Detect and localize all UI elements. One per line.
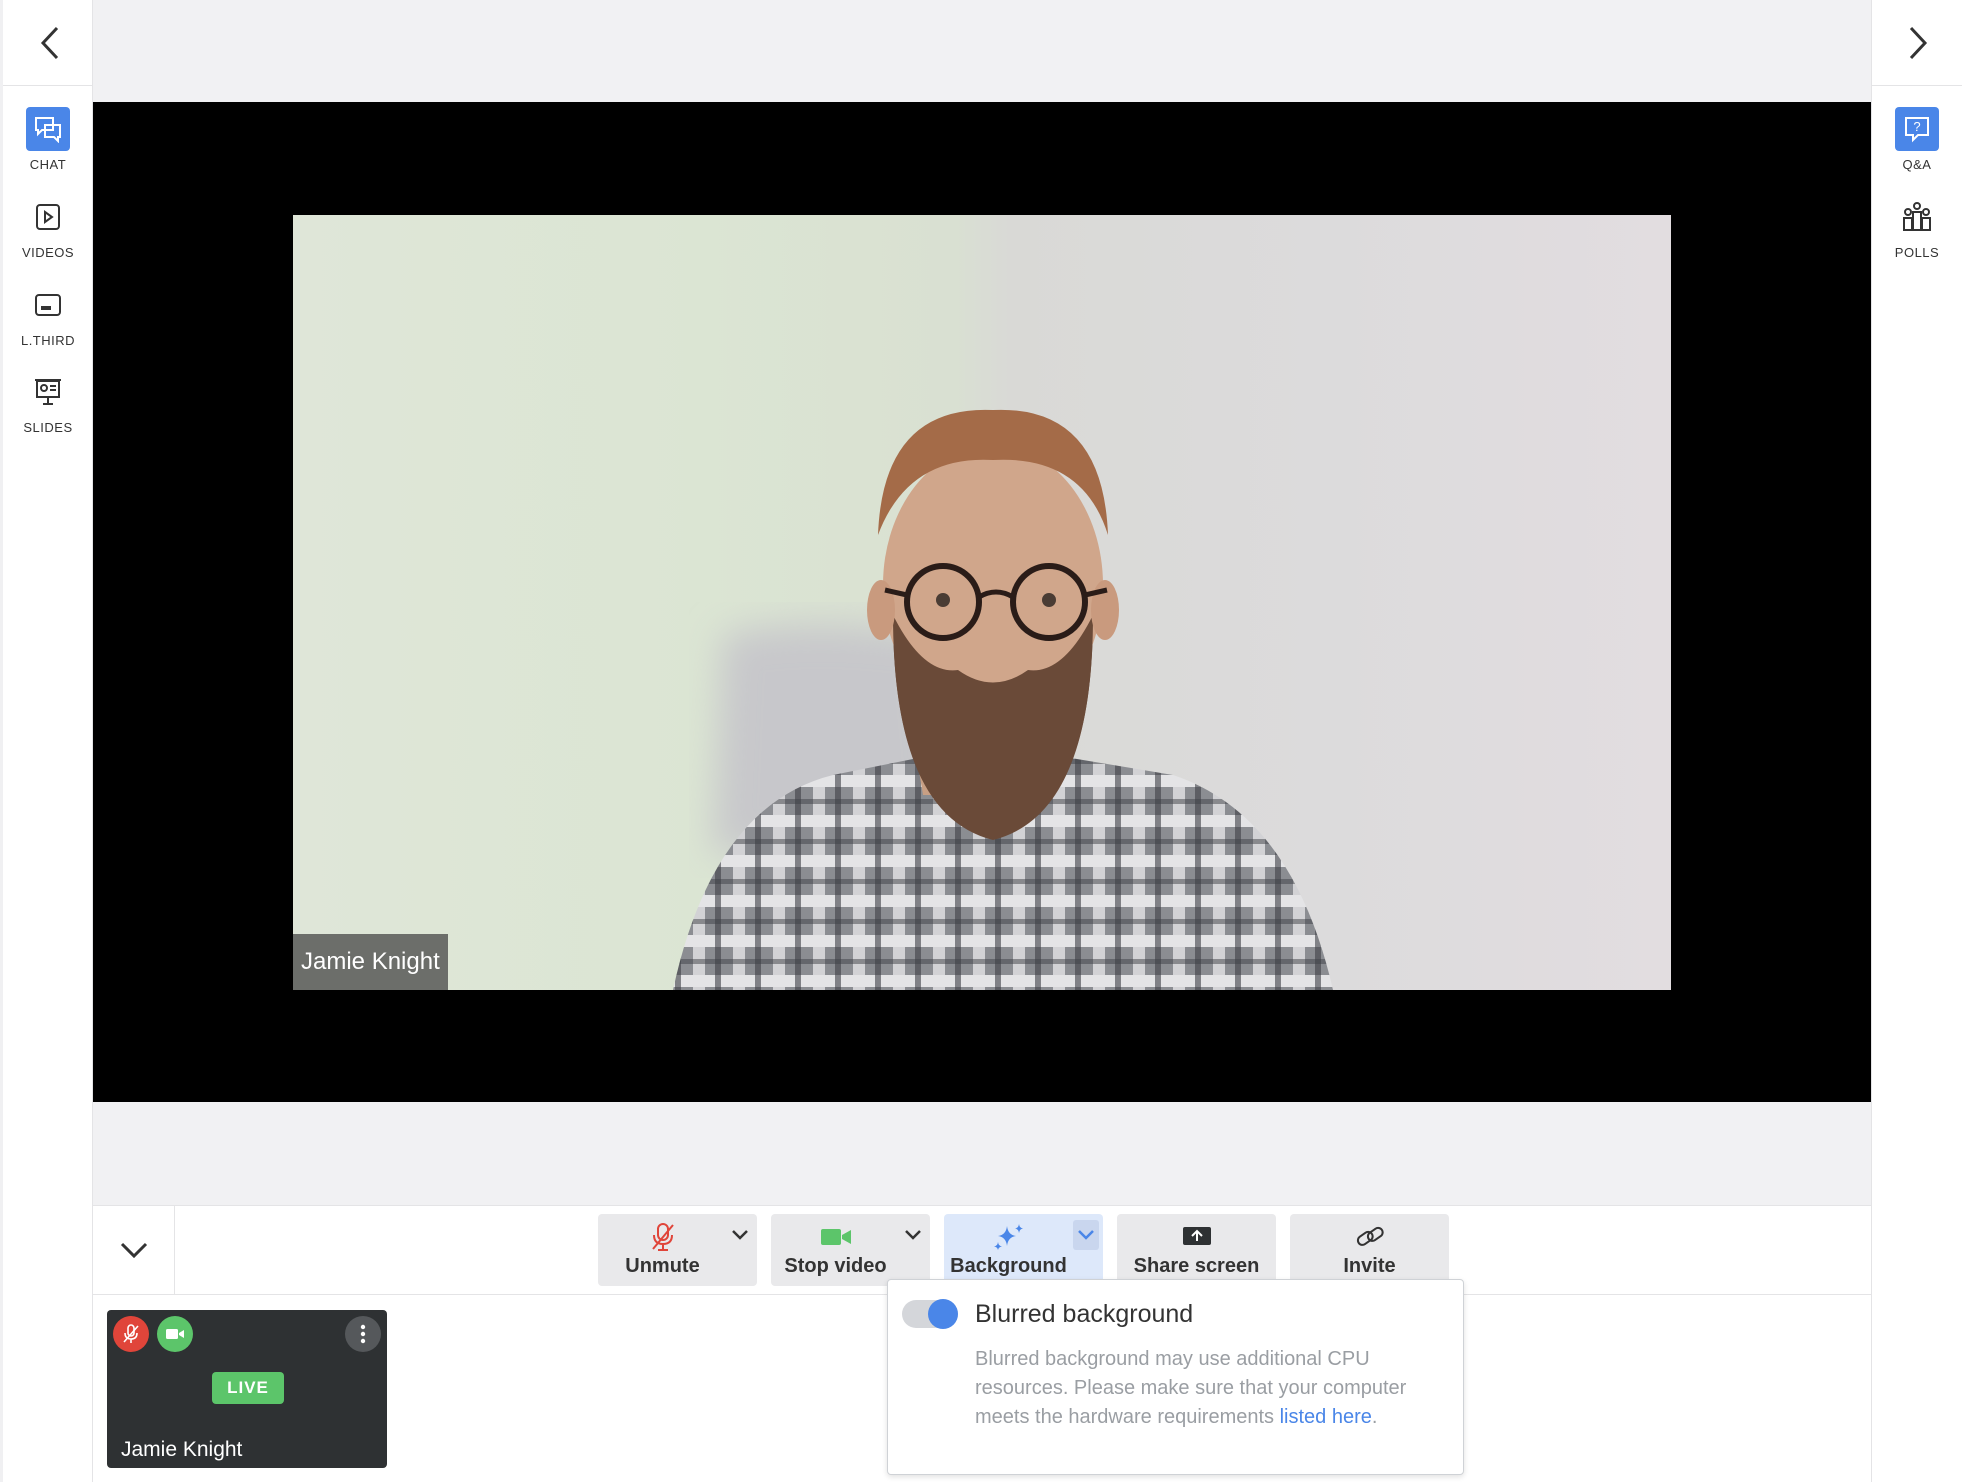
unmute-options-caret[interactable] bbox=[727, 1220, 753, 1250]
sidebar-item-label: CHAT bbox=[29, 157, 67, 172]
invite-label: Invite bbox=[1343, 1255, 1396, 1277]
stop-video-button[interactable]: Stop video bbox=[771, 1214, 930, 1286]
back-arrow-button[interactable] bbox=[3, 0, 96, 86]
stage-top-area bbox=[93, 0, 1871, 102]
sidebar-item-chat[interactable]: CHAT bbox=[3, 107, 93, 172]
sparkle-icon bbox=[944, 1222, 1073, 1252]
sidebar-item-qa[interactable]: ? Q&A bbox=[1872, 107, 1962, 172]
sidebar-item-label: L.THIRD bbox=[20, 333, 76, 348]
share-screen-icon bbox=[1117, 1222, 1276, 1252]
participant-tile[interactable]: LIVE Jamie Knight bbox=[107, 1310, 387, 1468]
speaker-silhouette bbox=[673, 409, 1333, 990]
unmute-label: Unmute bbox=[625, 1255, 700, 1277]
unmute-button[interactable]: Unmute bbox=[598, 1214, 757, 1286]
sidebar-item-lower-third[interactable]: L.THIRD bbox=[3, 283, 93, 348]
blur-toggle-label: Blurred background bbox=[975, 1300, 1194, 1328]
chevron-down-icon bbox=[120, 1242, 147, 1258]
link-icon bbox=[1290, 1222, 1449, 1252]
chevron-down-icon bbox=[732, 1230, 748, 1240]
speaker-name-tag: Jamie Knight bbox=[293, 934, 448, 990]
question-icon: ? bbox=[1895, 107, 1939, 151]
stage-bottom-area bbox=[93, 1102, 1871, 1205]
sidebar-item-label: Q&A bbox=[1902, 157, 1932, 172]
live-badge: LIVE bbox=[212, 1372, 284, 1404]
collapse-button[interactable] bbox=[93, 1206, 175, 1294]
mic-muted-icon bbox=[113, 1316, 149, 1352]
stage: Jamie Knight bbox=[93, 102, 1871, 1102]
right-sidebar: ? Q&A POLLS bbox=[1871, 0, 1962, 1482]
video-play-icon bbox=[26, 195, 70, 239]
background-popup: Blurred background Blurred background ma… bbox=[887, 1279, 1464, 1475]
background-options-caret[interactable] bbox=[1073, 1220, 1099, 1250]
sidebar-item-polls[interactable]: POLLS bbox=[1872, 195, 1962, 260]
share-screen-label: Share screen bbox=[1133, 1255, 1260, 1277]
blur-toggle[interactable] bbox=[902, 1299, 958, 1329]
background-button[interactable]: Background bbox=[944, 1214, 1103, 1286]
stop-video-label: Stop video bbox=[784, 1255, 887, 1277]
speaker-video: Jamie Knight bbox=[293, 215, 1671, 990]
requirements-link[interactable]: listed here bbox=[1280, 1406, 1372, 1428]
blur-description: Blurred background may use additional CP… bbox=[975, 1345, 1445, 1432]
toggle-knob bbox=[928, 1299, 958, 1329]
background-label: Background bbox=[950, 1255, 1067, 1277]
invite-button[interactable]: Invite bbox=[1290, 1214, 1449, 1286]
mic-muted-icon bbox=[598, 1222, 727, 1252]
left-sidebar: CHAT VIDEOS L.THIRD SLIDES bbox=[0, 0, 96, 1482]
video-options-caret[interactable] bbox=[900, 1220, 926, 1250]
chevron-left-icon bbox=[40, 26, 58, 59]
lower-third-icon bbox=[26, 283, 70, 327]
sidebar-item-label: VIDEOS bbox=[21, 245, 75, 260]
more-options-icon[interactable] bbox=[345, 1316, 381, 1352]
svg-text:?: ? bbox=[1913, 119, 1920, 134]
slides-icon bbox=[26, 370, 70, 414]
sidebar-item-slides[interactable]: SLIDES bbox=[3, 370, 93, 435]
chat-icon bbox=[26, 107, 70, 151]
sidebar-item-videos[interactable]: VIDEOS bbox=[3, 195, 93, 260]
camera-icon bbox=[771, 1222, 900, 1252]
blur-description-suffix: . bbox=[1371, 1406, 1378, 1428]
chevron-right-icon bbox=[1909, 26, 1927, 59]
share-screen-button[interactable]: Share screen bbox=[1117, 1214, 1276, 1286]
chevron-down-icon bbox=[1078, 1230, 1094, 1240]
forward-arrow-button[interactable] bbox=[1872, 0, 1962, 86]
camera-on-icon bbox=[157, 1316, 193, 1352]
participant-name: Jamie Knight bbox=[121, 1438, 243, 1461]
chevron-down-icon bbox=[905, 1230, 921, 1240]
sidebar-item-label: SLIDES bbox=[23, 420, 73, 435]
sidebar-item-label: POLLS bbox=[1894, 245, 1940, 260]
polls-icon bbox=[1895, 195, 1939, 239]
